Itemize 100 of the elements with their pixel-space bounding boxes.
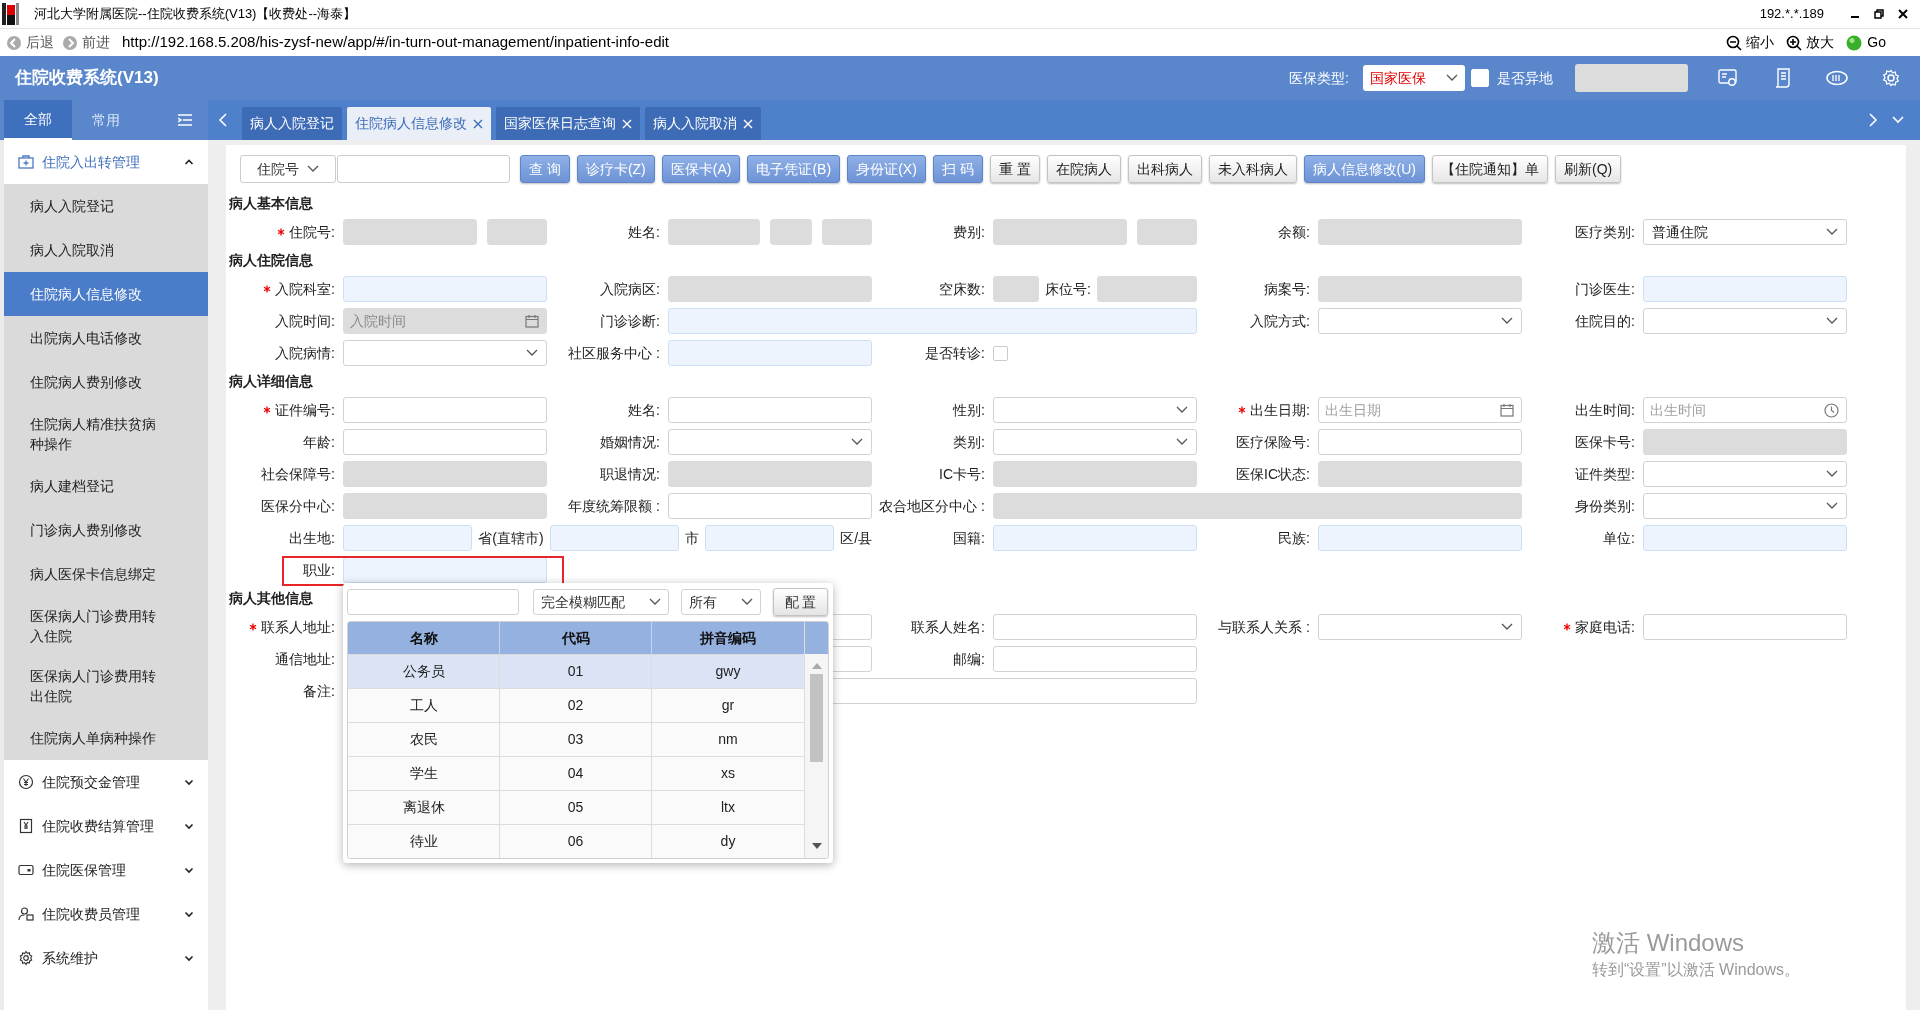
input-field[interactable] [1643,614,1847,640]
toolbar-button[interactable]: 刷新(Q) [1555,155,1622,183]
lookup-field[interactable] [343,276,547,302]
calendar-icon[interactable] [1500,403,1514,417]
menu-item[interactable]: 门诊病人费别修改 [4,508,208,552]
tab[interactable]: 国家医保日志查询 [496,107,640,140]
input-field[interactable] [1318,429,1522,455]
toolbar-button[interactable]: 【住院通知】单 [1432,155,1548,183]
menu-item[interactable]: 住院病人精准扶贫病种操作 [4,404,208,464]
insurance-select[interactable]: 国家医保 [1363,65,1465,91]
zoom-out-button[interactable]: 缩小 [1746,32,1775,53]
settings-icon[interactable] [1882,69,1900,87]
checkbox[interactable] [993,345,1008,361]
table-row[interactable]: 离退休 05 ltx [348,790,804,824]
menu-group[interactable]: 住院入出转管理 [42,151,140,173]
menu-group[interactable]: 住院预交金管理 [42,771,140,793]
table-row[interactable]: 公务员 01 gwy [348,654,804,688]
search-field[interactable] [337,155,510,183]
lookup-field[interactable] [1318,525,1522,551]
input-field[interactable] [343,397,547,423]
menu-group[interactable]: 系统维护 [42,947,98,969]
input-field[interactable] [993,614,1197,640]
sidebar-tab[interactable]: 全部 [4,100,72,140]
scroll-down-icon[interactable] [811,842,822,850]
toolbar-button[interactable]: 出科病人 [1127,155,1202,183]
chevron-down-icon[interactable] [184,777,194,787]
menu-item[interactable]: 病人入院登记 [4,184,208,228]
toolbar-button[interactable]: 重 置 [989,155,1040,183]
oval-badge-icon[interactable] [1826,70,1848,86]
select-field[interactable] [1318,614,1522,640]
forward-icon[interactable] [62,34,78,51]
remote-checkbox[interactable] [1471,69,1489,87]
table-row[interactable]: 农民 03 nm [348,722,804,756]
menu-item[interactable]: 住院病人信息修改 [4,272,208,316]
id-card-icon[interactable] [1718,69,1738,87]
tab[interactable]: 病人入院登记 [242,107,342,140]
zoom-out-icon[interactable] [1726,34,1743,51]
chevron-up-icon[interactable] [184,157,194,167]
restore-icon[interactable] [1874,9,1884,19]
lookup-field[interactable] [1643,525,1847,551]
zoom-in-icon[interactable] [1786,34,1803,51]
close-icon[interactable] [1898,9,1908,19]
select-field[interactable] [343,340,547,366]
chevron-down-icon[interactable] [184,865,194,875]
document-icon[interactable] [1774,68,1792,88]
menu-item[interactable]: 住院病人费别修改 [4,360,208,404]
lookup-field[interactable] [549,525,679,551]
table-row[interactable]: 学生 04 xs [348,756,804,790]
lookup-field[interactable] [704,525,835,551]
menu-group[interactable]: 住院收费员管理 [42,903,140,925]
select-field[interactable] [993,429,1197,455]
lookup-field[interactable] [993,525,1197,551]
table-row[interactable]: 待业 06 dy [348,824,804,858]
config-button[interactable]: 配 置 [773,588,828,616]
input-field[interactable] [993,646,1197,672]
select-field[interactable] [1643,493,1847,519]
menu-item[interactable]: 住院病人单病种操作 [4,716,208,760]
search-field[interactable] [347,589,519,615]
toolbar-button[interactable]: 未入科病人 [1208,155,1297,183]
tab[interactable]: 住院病人信息修改 [347,107,491,140]
menu-item[interactable]: 医保病人门诊费用转出住院 [4,656,208,716]
clock-icon[interactable] [1824,402,1839,418]
select-field[interactable] [1318,308,1522,334]
forward-link[interactable]: 前进 [82,32,110,53]
scroll-up-icon[interactable] [811,662,822,670]
lookup-field[interactable] [343,557,547,583]
select-field[interactable] [993,397,1197,423]
lookup-field[interactable] [668,340,872,366]
scrollbar-thumb[interactable] [810,674,823,762]
menu-group[interactable]: 住院收费结算管理 [42,815,154,837]
menu-icon[interactable] [178,114,192,126]
input-field[interactable] [343,429,547,455]
scope-select[interactable]: 所有 [681,589,761,615]
back-icon[interactable] [6,34,22,51]
lookup-field[interactable] [668,308,1197,334]
select-field[interactable] [668,429,872,455]
select-field[interactable] [1643,461,1847,487]
lookup-field[interactable] [1643,276,1847,302]
tab[interactable]: 病人入院取消 [645,107,761,140]
chevron-down-icon[interactable] [184,821,194,831]
back-link[interactable]: 后退 [26,32,54,53]
menu-item[interactable]: 病人建档登记 [4,464,208,508]
chevron-down-icon[interactable] [184,953,194,963]
menu-item[interactable]: 出院病人电话修改 [4,316,208,360]
zoom-in-button[interactable]: 放大 [1806,32,1835,53]
input-field[interactable] [668,493,872,519]
menu-item[interactable]: 病人入院取消 [4,228,208,272]
select-field[interactable] [1643,308,1847,334]
lookup-field[interactable] [343,525,473,551]
select-field[interactable]: 普通住院 [1643,219,1847,245]
menu-item[interactable]: 病人医保卡信息绑定 [4,552,208,596]
match-mode-select[interactable]: 完全模糊匹配 [533,589,669,615]
chevron-right-icon[interactable] [1868,113,1878,127]
chevron-down-icon[interactable] [184,909,194,919]
table-row[interactable]: 工人 02 gr [348,688,804,722]
input-field[interactable] [668,397,872,423]
toolbar-button[interactable]: 在院病人 [1046,155,1121,183]
menu-group[interactable]: 住院医保管理 [42,859,126,881]
menu-item[interactable]: 医保病人门诊费用转入住院 [4,596,208,656]
go-button[interactable]: Go [1867,32,1886,53]
